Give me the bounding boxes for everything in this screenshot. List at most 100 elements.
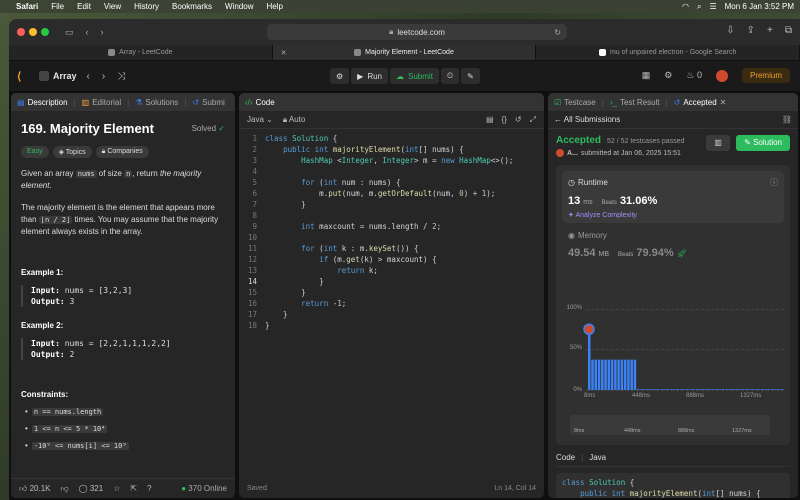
memory-card[interactable]: ◉ Memory 49.54 MB Beats 79.94% 🚀︎ (562, 223, 784, 259)
link-icon[interactable]: ⛓ (782, 115, 792, 124)
chart-bar[interactable] (689, 389, 692, 390)
user-name[interactable]: A... (567, 150, 578, 157)
range-slider[interactable]: 8ms 448ms 888ms 1327ms (570, 415, 770, 435)
address-bar[interactable]: 🔒︎ leetcode.com ↻ (267, 24, 567, 40)
bookmark-icon[interactable]: ▤ (486, 115, 494, 125)
chart-bar[interactable] (767, 389, 771, 390)
browser-tab-majority-element[interactable]: ✕ Majority Element - LeetCode (272, 45, 537, 60)
tab-testcase[interactable]: ☑ Testcase (554, 98, 596, 107)
problem-list-button[interactable]: Array (39, 71, 77, 81)
leetcode-logo-icon[interactable]: ⟨ (17, 70, 29, 83)
chart-bar[interactable] (744, 389, 748, 390)
zoom-window-button[interactable] (41, 28, 49, 36)
reset-icon[interactable]: ↺ (515, 115, 522, 125)
tab-test-result[interactable]: ›_ Test Result (610, 98, 660, 107)
minimize-window-button[interactable] (29, 28, 37, 36)
runtime-card[interactable]: ◷ Runtime ⓘ 13 ms Beats 31.06% ✦ Analyze C… (562, 171, 784, 223)
info-icon[interactable]: ⓘ (770, 177, 778, 188)
chart-bar[interactable] (777, 389, 780, 390)
tab-submissions[interactable]: ↺ Submi (192, 98, 224, 107)
chart-bar[interactable] (751, 389, 754, 390)
share-icon[interactable]: ⇪ (747, 25, 755, 36)
tab-overview-icon[interactable]: ⧉ (785, 25, 792, 36)
menu-view[interactable]: View (104, 2, 121, 11)
tab-description[interactable]: ▤ Description (17, 98, 68, 107)
menu-bookmarks[interactable]: Bookmarks (172, 2, 212, 11)
chart-bar[interactable] (774, 389, 777, 390)
chart-bar[interactable] (656, 389, 660, 390)
forward-icon[interactable]: › (101, 27, 104, 37)
like-button[interactable]: 👍︎ 20.1K (19, 484, 51, 494)
chart-bar[interactable] (748, 389, 751, 390)
dislike-icon[interactable]: 👎︎ (61, 484, 69, 494)
chart-bar[interactable] (764, 389, 767, 390)
editorial-button[interactable]: ▥ (706, 135, 731, 151)
tab-editorial[interactable]: ▥ Editorial (82, 98, 121, 107)
chart-bar[interactable] (630, 359, 633, 390)
chart-bar[interactable] (627, 359, 630, 390)
chart-bar[interactable] (715, 389, 718, 390)
chart-bar[interactable] (728, 389, 731, 390)
solution-button[interactable]: ✎ Solution (736, 135, 790, 151)
chart-bar[interactable] (614, 359, 617, 390)
chart-bar[interactable] (666, 389, 669, 390)
chart-bar[interactable] (708, 389, 712, 390)
chart-bar[interactable] (702, 389, 705, 390)
menu-window[interactable]: Window (225, 2, 253, 11)
close-icon[interactable]: ✕ (720, 98, 727, 107)
chart-bar[interactable] (607, 359, 611, 390)
submit-button[interactable]: ☁ Submit (390, 68, 439, 84)
chart-bar[interactable] (731, 389, 735, 390)
companies-chip[interactable]: 🔒︎ Companies (95, 146, 149, 158)
browser-tab-array[interactable]: Array - LeetCode (9, 45, 273, 60)
chart-bar[interactable] (672, 389, 676, 390)
streak-counter[interactable]: ♨ 0 (686, 70, 702, 81)
close-window-button[interactable] (17, 28, 25, 36)
sidebar-icon[interactable]: ▭ (65, 27, 74, 38)
search-icon[interactable]: ⌕ (697, 2, 701, 12)
chart-bar[interactable] (646, 389, 650, 390)
tab-solutions[interactable]: ⚗ Solutions (135, 98, 178, 107)
notes-button[interactable]: ✎ (461, 68, 480, 84)
tab-accepted[interactable]: ↺ Accepted ✕ (674, 98, 727, 107)
star-icon[interactable]: ☆ (113, 484, 120, 493)
chart-bar[interactable] (591, 359, 594, 390)
language-select[interactable]: Java ⌄ (247, 115, 273, 124)
chart-bar[interactable] (669, 389, 673, 390)
chart-bar[interactable] (692, 389, 695, 390)
chart-bar[interactable] (617, 359, 620, 390)
chart-bar[interactable] (679, 389, 682, 390)
back-to-submissions[interactable]: ← All Submissions (554, 115, 620, 124)
chart-bar[interactable] (770, 389, 774, 390)
chart-bar[interactable] (676, 389, 679, 390)
chart-bar[interactable] (712, 389, 715, 390)
wifi-icon[interactable]: ◠ (682, 2, 689, 11)
problem-title[interactable]: 169. Majority Element (21, 121, 154, 136)
close-tab-icon[interactable]: ✕ (281, 49, 287, 57)
reload-icon[interactable]: ↻ (554, 28, 561, 37)
runtime-distribution-chart[interactable]: 100% 50% 0% 8ms 448ms 888ms 1327ms (562, 305, 788, 400)
menu-file[interactable]: File (51, 2, 64, 11)
chart-bar[interactable] (640, 389, 643, 390)
comments-button[interactable]: ◯ 321 (79, 484, 104, 493)
browser-tab-google[interactable]: mu of unpaired electron - Google Search (536, 45, 800, 60)
layout-icon[interactable]: ▦ (642, 70, 651, 81)
run-button[interactable]: ▶ Run (351, 68, 389, 84)
braces-icon[interactable]: {} (502, 115, 507, 125)
menu-history[interactable]: History (134, 2, 159, 11)
new-tab-icon[interactable]: + (767, 25, 773, 36)
chart-bar[interactable] (761, 389, 764, 390)
menu-safari[interactable]: Safari (16, 2, 38, 11)
menubar-clock[interactable]: Mon 6 Jan 3:52 PM (725, 2, 794, 11)
premium-button[interactable]: Premium (741, 68, 790, 83)
chart-bar[interactable] (594, 359, 597, 390)
chart-bar[interactable] (695, 389, 699, 390)
debug-button[interactable]: ⚙ (330, 68, 350, 84)
chart-bar[interactable] (663, 389, 666, 390)
chart-bar[interactable] (623, 359, 627, 390)
timer-button[interactable]: ⏲ (440, 68, 460, 84)
menu-edit[interactable]: Edit (77, 2, 91, 11)
chart-bar[interactable] (682, 389, 686, 390)
download-icon[interactable]: ⇩ (726, 25, 734, 36)
back-icon[interactable]: ‹ (86, 27, 89, 37)
